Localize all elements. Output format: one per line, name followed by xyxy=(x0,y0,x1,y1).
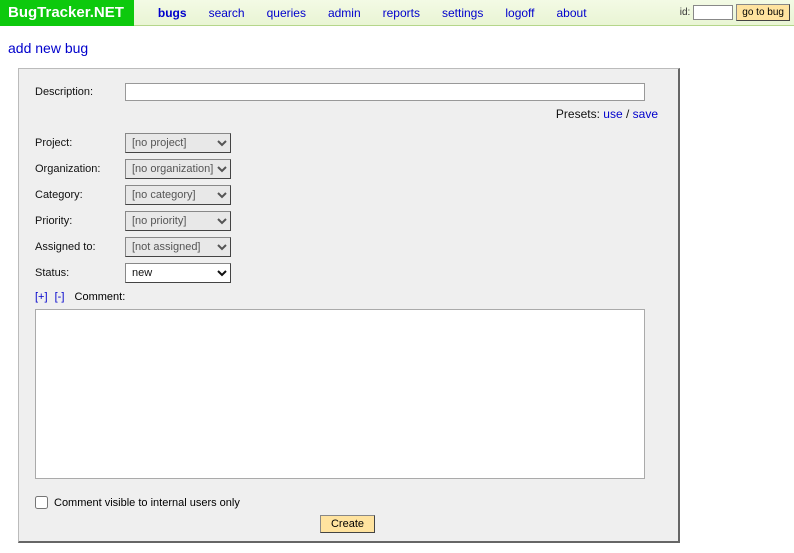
category-row: Category: [no category] xyxy=(35,185,660,205)
id-area: id: go to bug xyxy=(680,4,790,21)
main-nav: bugs search queries admin reports settin… xyxy=(148,6,680,20)
nav-reports[interactable]: reports xyxy=(373,6,430,20)
go-to-bug-button[interactable]: go to bug xyxy=(736,4,790,21)
priority-row: Priority: [no priority] xyxy=(35,211,660,231)
presets-separator: / xyxy=(626,107,633,121)
organization-label: Organization: xyxy=(35,163,125,175)
assigned-row: Assigned to: [not assigned] xyxy=(35,237,660,257)
visibility-checkbox[interactable] xyxy=(35,496,48,509)
status-row: Status: new xyxy=(35,263,660,283)
bug-form: Description: Presets: use / save Project… xyxy=(18,68,680,543)
comment-textarea[interactable] xyxy=(35,309,645,479)
presets-label: Presets: xyxy=(556,107,600,121)
presets-save-link[interactable]: save xyxy=(633,107,658,121)
assigned-label: Assigned to: xyxy=(35,241,125,253)
nav-settings[interactable]: settings xyxy=(432,6,493,20)
nav-admin[interactable]: admin xyxy=(318,6,371,20)
nav-about[interactable]: about xyxy=(547,6,597,20)
nav-bugs[interactable]: bugs xyxy=(148,6,197,20)
create-row: Create xyxy=(35,515,660,533)
id-input[interactable] xyxy=(693,5,733,20)
category-select[interactable]: [no category] xyxy=(125,185,231,205)
comment-label: Comment: xyxy=(75,291,126,303)
nav-queries[interactable]: queries xyxy=(257,6,316,20)
priority-select[interactable]: [no priority] xyxy=(125,211,231,231)
id-label: id: xyxy=(680,7,691,18)
app-logo: BugTracker.NET xyxy=(0,0,134,26)
description-label: Description: xyxy=(35,86,125,98)
category-label: Category: xyxy=(35,189,125,201)
project-label: Project: xyxy=(35,137,125,149)
comment-bar: [+] [-] Comment: xyxy=(35,291,660,303)
visibility-label: Comment visible to internal users only xyxy=(54,497,240,509)
priority-label: Priority: xyxy=(35,215,125,227)
status-label: Status: xyxy=(35,267,125,279)
description-row: Description: xyxy=(35,83,660,101)
presets-use-link[interactable]: use xyxy=(603,107,622,121)
project-row: Project: [no project] xyxy=(35,133,660,153)
visibility-row: Comment visible to internal users only xyxy=(35,496,660,509)
create-button[interactable]: Create xyxy=(320,515,375,533)
project-select[interactable]: [no project] xyxy=(125,133,231,153)
top-bar: BugTracker.NET bugs search queries admin… xyxy=(0,0,794,26)
comment-expand-link[interactable]: [+] xyxy=(35,291,48,303)
nav-search[interactable]: search xyxy=(199,6,255,20)
assigned-select[interactable]: [not assigned] xyxy=(125,237,231,257)
comment-collapse-link[interactable]: [-] xyxy=(55,291,65,303)
presets-row: Presets: use / save xyxy=(35,107,658,121)
page-title: add new bug xyxy=(8,40,794,56)
nav-logoff[interactable]: logoff xyxy=(495,6,544,20)
status-select[interactable]: new xyxy=(125,263,231,283)
organization-select[interactable]: [no organization] xyxy=(125,159,231,179)
description-input[interactable] xyxy=(125,83,645,101)
organization-row: Organization: [no organization] xyxy=(35,159,660,179)
